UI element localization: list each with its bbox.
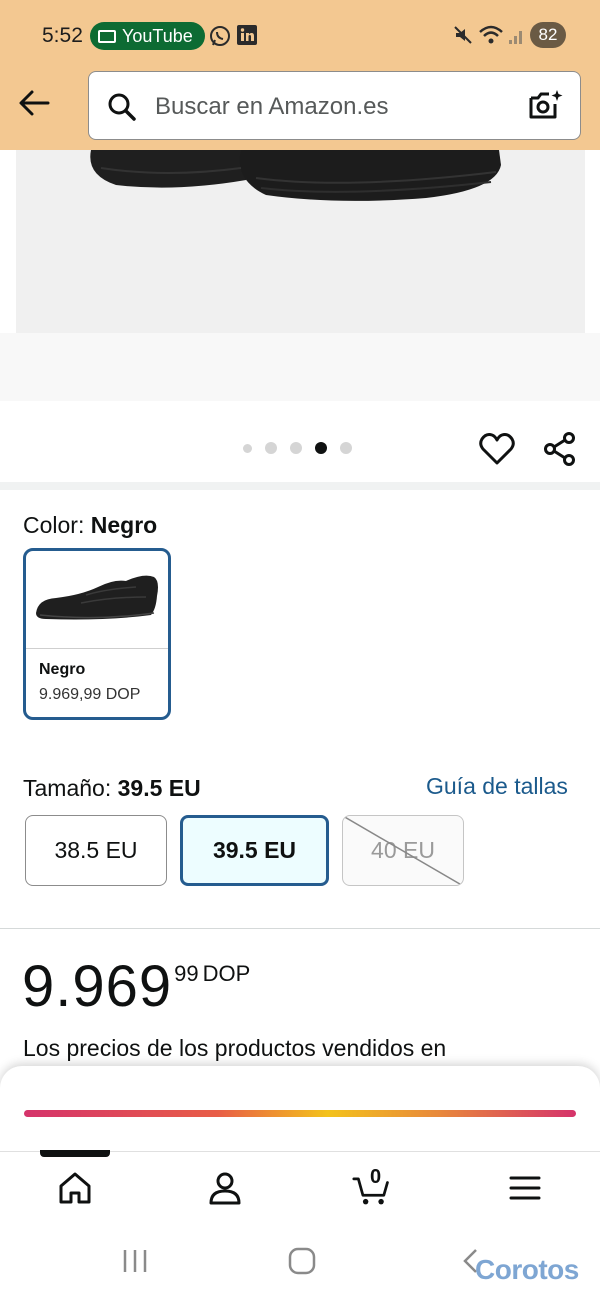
size-option-label: 39.5 EU [212, 837, 297, 863]
price-fraction: 99 [174, 961, 199, 986]
shoe-thumbnail [36, 575, 158, 620]
size-option-39-5[interactable]: 39.5 EU [180, 815, 329, 886]
swatch-image [26, 551, 168, 649]
product-image[interactable] [16, 150, 585, 333]
size-label: Tamaño: 39.5 EU [23, 775, 201, 802]
swatch-name: Negro [39, 661, 86, 678]
notification-app-label: YouTube [122, 25, 193, 46]
price-currency: DOP [202, 961, 251, 986]
pagination-dot[interactable] [243, 443, 252, 453]
color-label-text: Color: [23, 512, 91, 538]
linkedin-icon [237, 25, 257, 45]
size-option-40[interactable]: 40 EU [342, 815, 464, 886]
color-swatch-negro[interactable]: Negro 9.969,99 DOP [23, 548, 171, 720]
app-header: 5:52 YouTube 82 Buscar en Amazon.es [0, 0, 600, 150]
shoe-image [90, 150, 501, 201]
signal-icon [509, 31, 522, 44]
gradient-bar [24, 1110, 576, 1117]
size-value: 39.5 EU [117, 775, 201, 801]
size-guide-link[interactable]: Guía de tallas [426, 773, 568, 800]
search-input[interactable]: Buscar en Amazon.es [155, 93, 388, 121]
search-bar[interactable]: Buscar en Amazon.es [88, 71, 581, 140]
section-divider [0, 928, 600, 929]
notification-pill[interactable]: YouTube [90, 22, 205, 50]
share-icon[interactable] [541, 430, 579, 468]
account-icon[interactable] [205, 1168, 245, 1208]
color-value: Negro [90, 512, 158, 538]
tv-icon [98, 29, 116, 43]
wifi-icon [479, 25, 503, 44]
color-label: Color: Negro [23, 512, 157, 539]
price-display: 9.969 99 DOP [22, 955, 250, 1019]
size-label-text: Tamaño: [23, 775, 118, 801]
active-tab-indicator [40, 1150, 110, 1157]
cart-count: 0 [370, 1166, 382, 1188]
camera-search-icon[interactable] [527, 88, 563, 124]
menu-icon[interactable] [505, 1168, 545, 1208]
search-icon [108, 93, 136, 121]
pagination-dot[interactable] [290, 442, 302, 454]
image-spacer [0, 333, 600, 401]
section-divider [0, 482, 600, 490]
pagination-dot[interactable] [265, 442, 277, 454]
whatsapp-icon [210, 26, 230, 46]
price-whole: 9.969 [22, 954, 173, 1019]
status-time: 5:52 [42, 24, 83, 47]
home-button-icon[interactable] [287, 1247, 317, 1275]
swatch-price: 9.969,99 DOP [39, 686, 141, 703]
pagination-dot-active[interactable] [315, 442, 327, 454]
size-option-label: 38.5 EU [54, 837, 138, 863]
watermark-logo: Corotos [475, 1254, 579, 1285]
heart-icon[interactable] [478, 430, 516, 468]
gallery-pagination[interactable] [243, 442, 352, 454]
size-option-38-5[interactable]: 38.5 EU [25, 815, 167, 886]
home-icon[interactable] [55, 1168, 95, 1208]
price-note: Los precios de los productos vendidos en [23, 1035, 447, 1061]
back-arrow-icon[interactable] [16, 86, 52, 122]
mute-icon [454, 26, 472, 44]
status-bar: 5:52 YouTube 82 [0, 0, 600, 70]
recent-apps-icon[interactable] [120, 1247, 150, 1275]
battery-indicator: 82 [530, 22, 566, 48]
pagination-dot[interactable] [340, 442, 352, 454]
strikethrough-line [343, 816, 463, 885]
